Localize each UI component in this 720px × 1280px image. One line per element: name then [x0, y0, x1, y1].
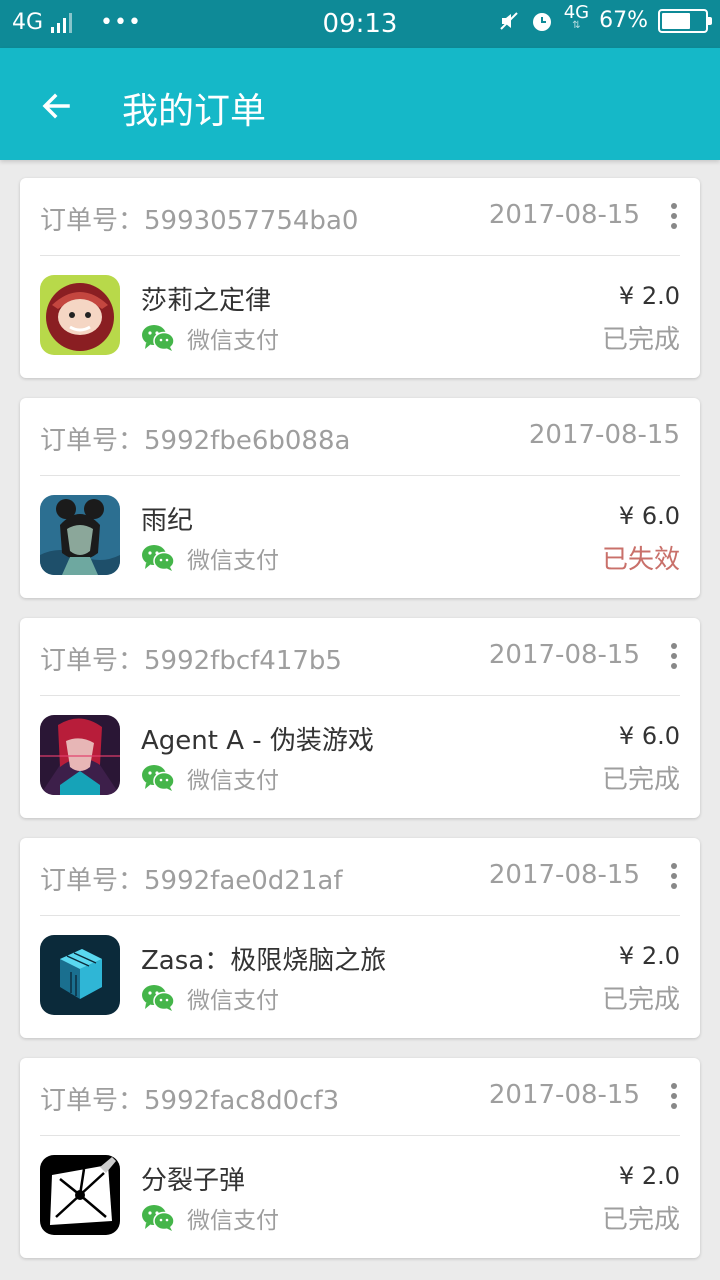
- order-number-label: 订单号：: [40, 426, 145, 456]
- order-price: ¥ 2.0: [618, 282, 680, 310]
- payment-method: 微信支付: [141, 541, 279, 575]
- mute-icon: [499, 11, 518, 30]
- order-header: 订单号：5992fbcf417b5 2017-08-15: [40, 618, 680, 696]
- more-vertical-icon[interactable]: [662, 198, 686, 234]
- order-price: ¥ 2.0: [618, 942, 680, 970]
- app-name: Zasa：极限烧脑之旅: [141, 946, 387, 976]
- order-date: 2017-08-15: [488, 640, 640, 670]
- payment-label: 微信支付: [187, 768, 279, 794]
- payment-method: 微信支付: [141, 981, 279, 1015]
- order-card[interactable]: 订单号：5993057754ba0 2017-08-15 莎莉之定律 微信支付 …: [20, 178, 700, 378]
- app-icon: [40, 935, 120, 1015]
- page-title: 我的订单: [122, 91, 267, 132]
- payment-label: 微信支付: [187, 988, 279, 1014]
- order-status: 已完成: [601, 1205, 680, 1235]
- order-date: 2017-08-15: [488, 860, 640, 890]
- wechat-icon: [142, 325, 175, 351]
- payment-method: 微信支付: [141, 321, 279, 355]
- battery-fill: [662, 12, 691, 29]
- status-right: 4G ⇅ 67%: [498, 3, 712, 33]
- order-number-value: 5993057754ba0: [144, 206, 359, 236]
- order-status: 已完成: [601, 985, 680, 1015]
- wechat-icon: [142, 1205, 175, 1231]
- back-button[interactable]: [28, 78, 84, 134]
- order-number: 订单号：5992fbcf417b5: [40, 640, 342, 677]
- order-price: ¥ 6.0: [618, 722, 680, 750]
- app-name: 分裂子弹: [141, 1166, 246, 1196]
- order-card[interactable]: 订单号：5992fac8d0cf3 2017-08-15 分裂子弹 微信支付 ¥…: [20, 1058, 700, 1258]
- arrow-left-icon: [42, 93, 70, 119]
- order-card[interactable]: 订单号：5992fbe6b088a 2017-08-15 雨纪 微信支付 ¥ 6…: [20, 398, 700, 598]
- order-number-label: 订单号：: [40, 866, 145, 896]
- alarm-icon: [532, 12, 551, 31]
- payment-method: 微信支付: [141, 761, 279, 795]
- order-date: 2017-08-15: [488, 1080, 640, 1110]
- order-header: 订单号：5992fac8d0cf3 2017-08-15: [40, 1058, 680, 1136]
- app-icon: [40, 715, 120, 795]
- order-date: 2017-08-15: [488, 200, 640, 230]
- order-status: 已完成: [601, 765, 680, 795]
- order-status: 已完成: [601, 325, 680, 355]
- order-number: 订单号：5993057754ba0: [40, 200, 358, 237]
- app-icon: [40, 1155, 120, 1235]
- order-status: 已失效: [601, 545, 680, 575]
- more-vertical-icon[interactable]: [662, 638, 686, 674]
- network-4g-indicator: 4G ⇅: [563, 1, 590, 31]
- order-header: 订单号：5992fbe6b088a 2017-08-15: [40, 398, 680, 476]
- app-name: 雨纪: [141, 506, 194, 536]
- order-number: 订单号：5992fae0d21af: [40, 860, 342, 897]
- payment-label: 微信支付: [187, 328, 279, 354]
- wechat-icon: [142, 985, 175, 1011]
- order-number-value: 5992fae0d21af: [144, 866, 343, 896]
- order-price: ¥ 6.0: [618, 502, 680, 530]
- battery-percent: 67%: [599, 8, 648, 33]
- status-bar: 4G ••• 09:13 4G ⇅ 67%: [0, 0, 720, 48]
- more-vertical-icon[interactable]: [662, 1078, 686, 1114]
- app-icon: [40, 495, 120, 575]
- order-number-value: 5992fbe6b088a: [144, 426, 351, 456]
- order-card[interactable]: 订单号：5992fae0d21af 2017-08-15 Zasa：极限烧脑之旅…: [20, 838, 700, 1038]
- order-number-label: 订单号：: [40, 1086, 145, 1116]
- order-number: 订单号：5992fbe6b088a: [40, 420, 350, 457]
- payment-method: 微信支付: [141, 1201, 279, 1235]
- app-bar: 我的订单: [0, 48, 720, 160]
- payment-label: 微信支付: [187, 548, 279, 574]
- app-name: Agent A - 伪装游戏: [141, 726, 374, 756]
- order-number-value: 5992fac8d0cf3: [144, 1086, 340, 1116]
- more-vertical-icon[interactable]: [662, 858, 686, 894]
- order-list: 订单号：5993057754ba0 2017-08-15 莎莉之定律 微信支付 …: [20, 178, 700, 1278]
- order-number: 订单号：5992fac8d0cf3: [40, 1080, 339, 1117]
- battery-icon: [658, 8, 712, 33]
- order-number-value: 5992fbcf417b5: [144, 646, 342, 676]
- order-number-label: 订单号：: [40, 206, 145, 236]
- payment-label: 微信支付: [187, 1208, 279, 1234]
- app-name: 莎莉之定律: [141, 286, 272, 316]
- wechat-icon: [142, 545, 175, 571]
- order-card[interactable]: 订单号：5992fbcf417b5 2017-08-15 Agent A - 伪…: [20, 618, 700, 818]
- order-header: 订单号：5993057754ba0 2017-08-15: [40, 178, 680, 256]
- order-number-label: 订单号：: [40, 646, 145, 676]
- wechat-icon: [142, 765, 175, 791]
- order-date: 2017-08-15: [528, 420, 680, 450]
- order-price: ¥ 2.0: [618, 1162, 680, 1190]
- order-header: 订单号：5992fae0d21af 2017-08-15: [40, 838, 680, 916]
- app-icon: [40, 275, 120, 355]
